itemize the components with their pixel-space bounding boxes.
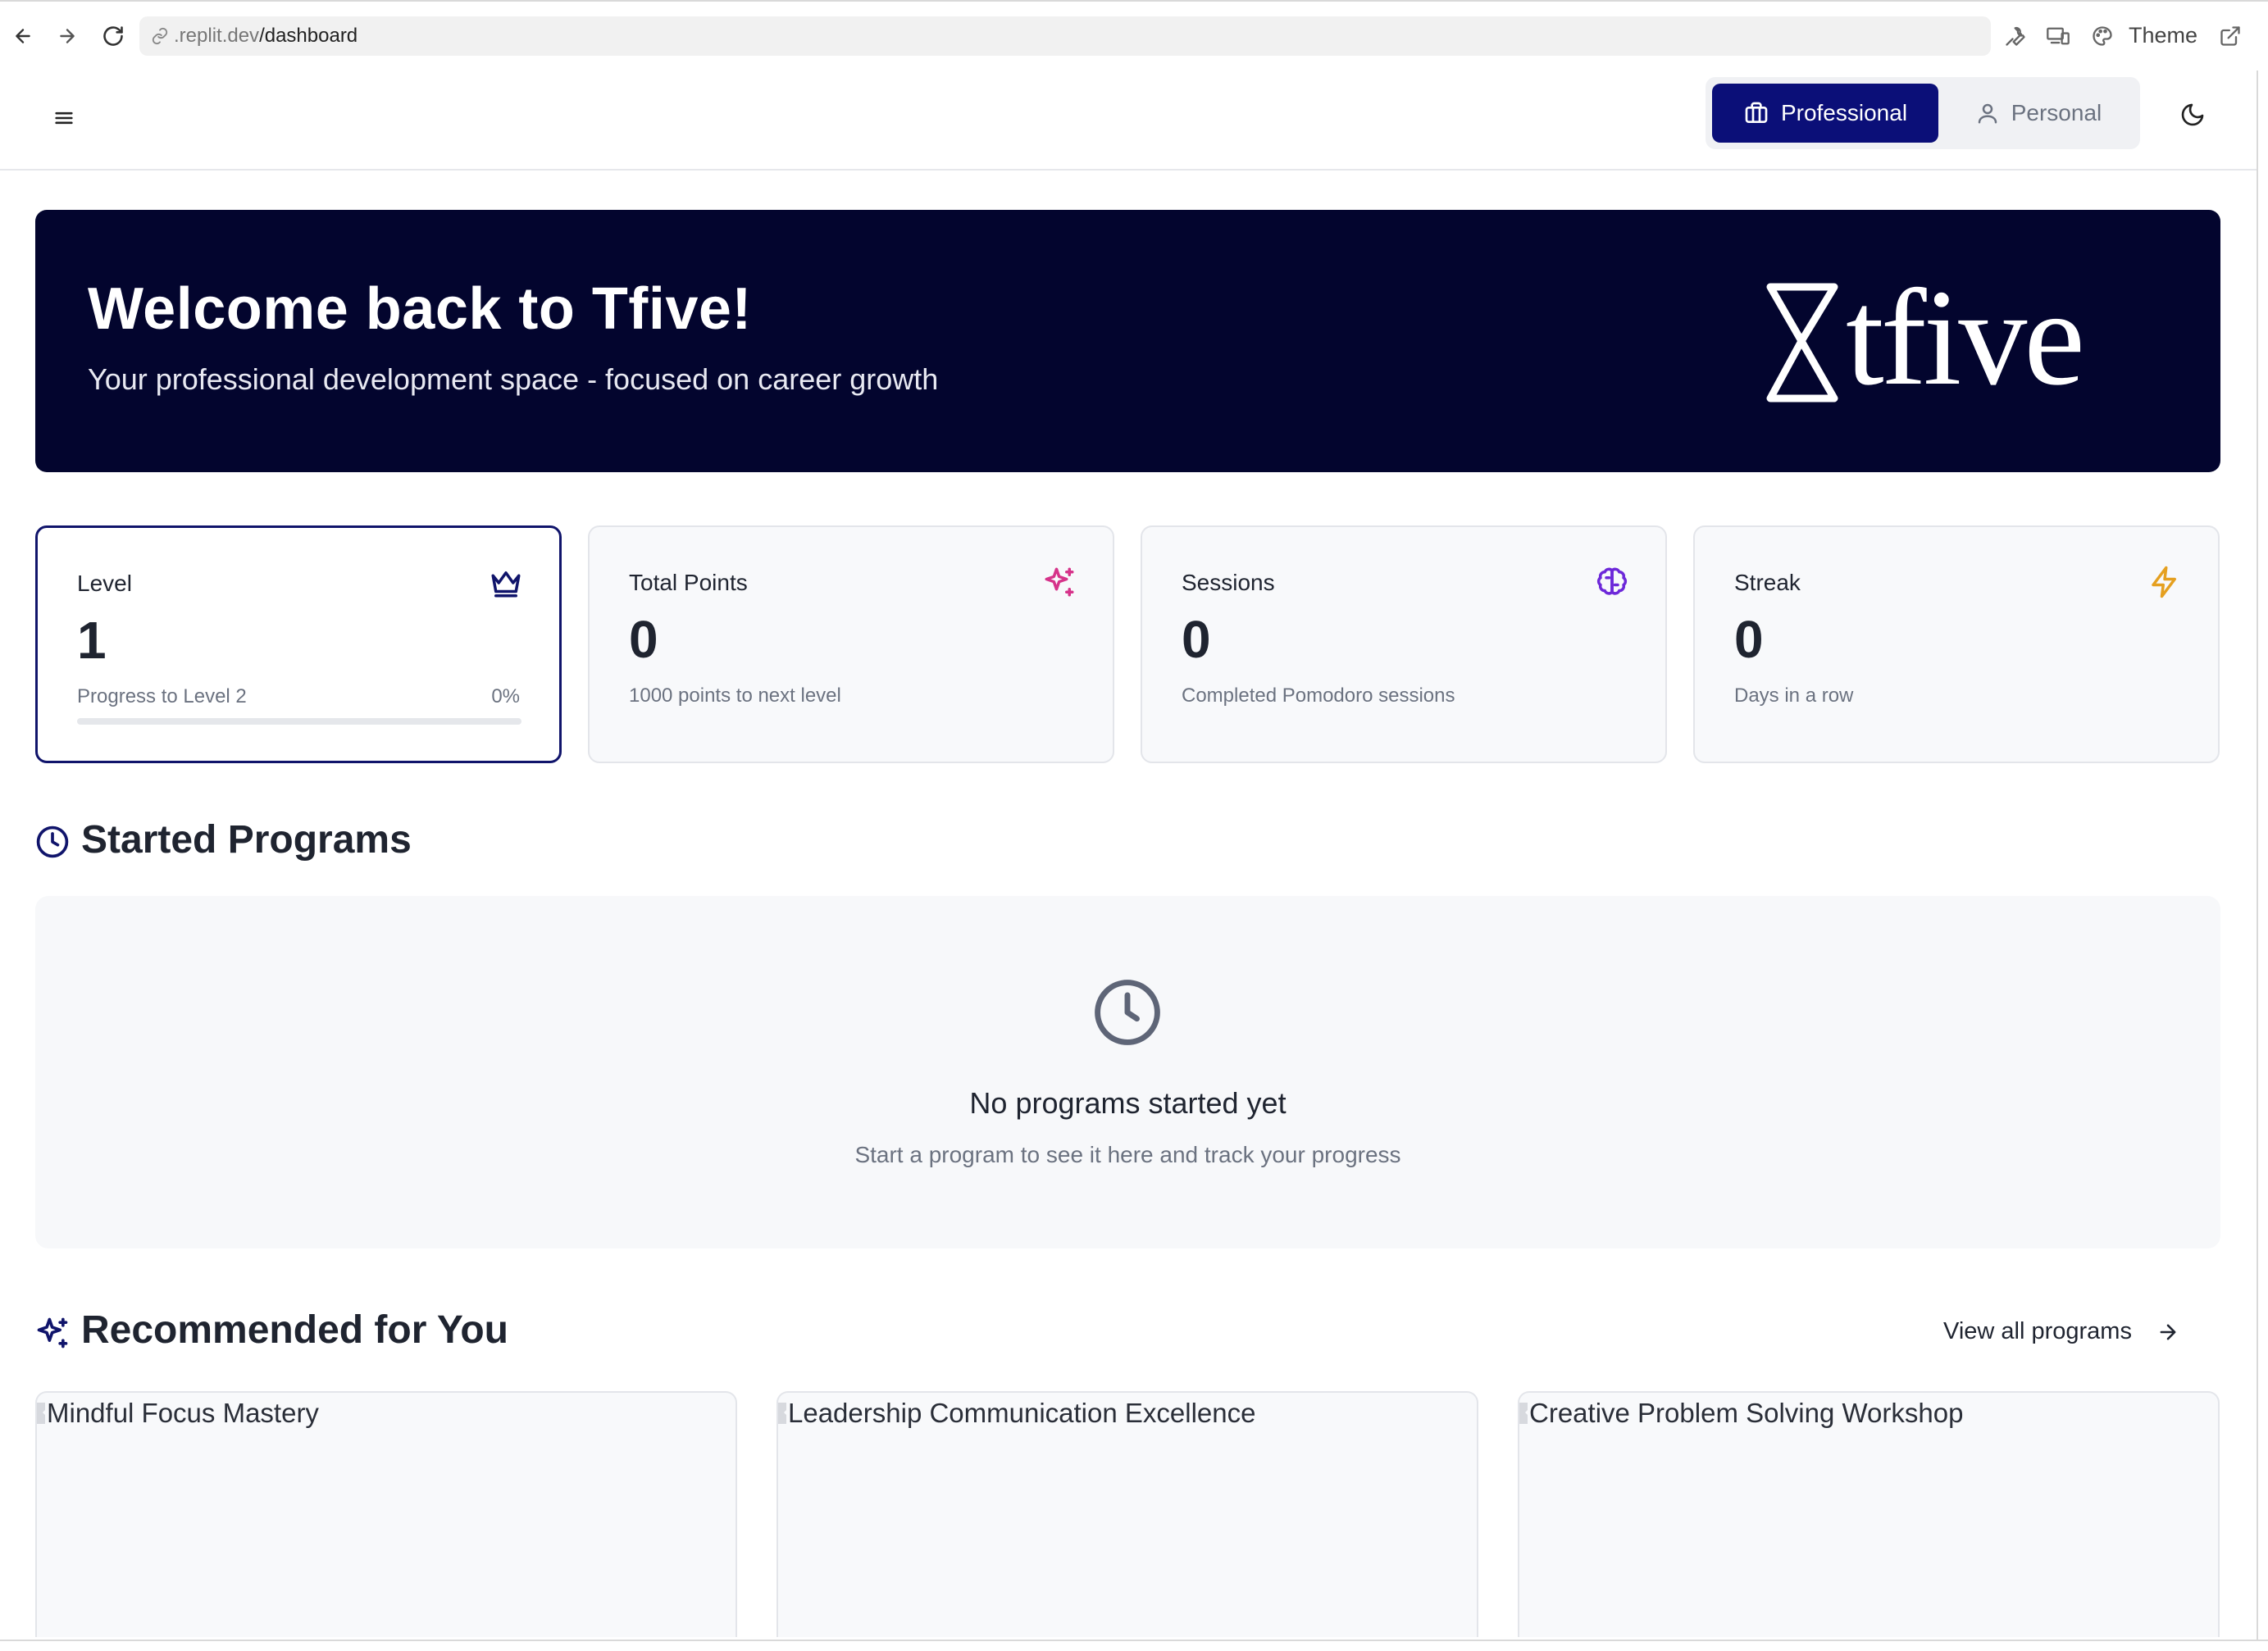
program-card[interactable]: Mindful Focus Mastery <box>35 1391 737 1637</box>
hourglass-logo-mark <box>1766 283 1838 403</box>
arrow-right-icon <box>2160 1324 2176 1339</box>
program-card[interactable]: Leadership Communication Excellence <box>776 1391 1478 1637</box>
devtools-button[interactable] <box>1999 20 2032 52</box>
level-label: Level <box>77 571 132 596</box>
reload-icon <box>103 26 123 46</box>
address-bar[interactable]: .replit.dev/dashboard <box>139 16 1991 56</box>
sessions-card: Sessions 0 Completed Pomodoro sessions <box>1141 525 1667 763</box>
broken-image-icon <box>778 1403 786 1424</box>
level-card: Level 1 Progress to Level 2 0% <box>35 525 562 763</box>
theme-palette-button[interactable] <box>2086 20 2119 52</box>
mode-switcher: Professional Personal <box>1706 77 2140 149</box>
program-image-alt-text: Mindful Focus Mastery <box>47 1398 319 1428</box>
logo-wordmark: tfive <box>1846 262 2085 414</box>
clock-icon <box>36 826 69 858</box>
sparkles-icon <box>37 1317 68 1349</box>
streak-value: 0 <box>1734 610 1764 669</box>
arrow-right-icon <box>60 29 75 43</box>
app-header: Professional Personal <box>0 70 2257 171</box>
devices-icon <box>2047 27 2070 45</box>
program-image-alt-text: Creative Problem Solving Workshop <box>1529 1398 1964 1428</box>
window-right-edge <box>2257 70 2268 1640</box>
forward-button[interactable] <box>51 20 84 52</box>
clock-icon <box>1095 980 1160 1045</box>
empty-state-desc: Start a program to see it here and track… <box>854 1142 1401 1167</box>
started-programs-title: Started Programs <box>81 818 412 862</box>
briefcase-icon <box>1745 102 1768 123</box>
crown-icon <box>491 571 521 598</box>
url-host: .replit.dev <box>174 25 260 47</box>
dark-mode-toggle[interactable] <box>2173 95 2212 134</box>
url-path: /dashboard <box>259 25 358 47</box>
zap-icon <box>2152 566 2176 598</box>
arrow-left-icon <box>16 29 30 43</box>
streak-label: Streak <box>1734 570 1801 595</box>
external-link-icon <box>2220 26 2240 46</box>
moon-icon <box>2181 103 2204 126</box>
link-icon <box>151 27 169 45</box>
professional-mode-button[interactable]: Professional <box>1712 84 1938 143</box>
hamburger-icon <box>55 111 73 125</box>
program-image: Creative Problem Solving Workshop <box>1519 1398 1963 1429</box>
streak-card: Streak 0 Days in a row <box>1693 525 2220 763</box>
wrench-icon <box>2006 26 2025 46</box>
welcome-title: Welcome back to Tfive! <box>88 276 752 342</box>
browser-toolbar: .replit.dev/dashboard Theme <box>0 0 2268 69</box>
sessions-value: 0 <box>1182 610 1211 669</box>
reload-button[interactable] <box>97 20 130 52</box>
professional-label: Professional <box>1780 100 1908 125</box>
welcome-banner: Welcome back to Tfive! Your professional… <box>35 210 2220 472</box>
level-progress-percent: 0% <box>491 685 520 707</box>
user-icon <box>1978 103 1997 124</box>
level-progress-label: Progress to Level 2 <box>77 685 247 707</box>
menu-button[interactable] <box>48 102 80 134</box>
program-card[interactable]: Creative Problem Solving Workshop <box>1518 1391 2220 1637</box>
points-desc: 1000 points to next level <box>629 685 841 707</box>
sessions-label: Sessions <box>1182 570 1275 595</box>
personal-label: Personal <box>2011 100 2102 125</box>
program-image-alt-text: Leadership Communication Excellence <box>788 1398 1256 1428</box>
broken-image-icon <box>1519 1403 1528 1424</box>
personal-mode-button[interactable]: Personal <box>1943 84 2134 143</box>
points-value: 0 <box>629 610 658 669</box>
palette-icon <box>2093 26 2112 46</box>
view-all-label: View all programs <box>1943 1318 2132 1344</box>
started-programs-empty-state: No programs started yet Start a program … <box>35 896 2220 1248</box>
points-label: Total Points <box>629 570 748 595</box>
sessions-desc: Completed Pomodoro sessions <box>1182 685 1455 707</box>
back-button[interactable] <box>7 20 39 52</box>
streak-desc: Days in a row <box>1734 685 1854 707</box>
window-bottom-edge <box>0 1640 2268 1651</box>
level-value: 1 <box>77 611 107 670</box>
empty-state-title: No programs started yet <box>969 1086 1287 1120</box>
welcome-subtitle: Your professional development space - fo… <box>88 362 939 396</box>
theme-label[interactable]: Theme <box>2129 23 2197 48</box>
recommended-title: Recommended for You <box>81 1308 508 1352</box>
tfive-logo: tfive <box>1764 269 2108 407</box>
open-external-button[interactable] <box>2214 20 2247 52</box>
view-all-programs-link[interactable]: View all programs <box>1943 1318 2179 1345</box>
level-progress-bar <box>77 718 521 725</box>
device-preview-button[interactable] <box>2042 20 2074 52</box>
brain-icon <box>1596 567 1628 595</box>
program-image: Mindful Focus Mastery <box>37 1398 319 1429</box>
program-image: Leadership Communication Excellence <box>778 1398 1255 1429</box>
broken-image-icon <box>37 1403 45 1424</box>
points-card: Total Points 0 1000 points to next level <box>588 525 1114 763</box>
sparkles-icon <box>1045 567 1074 597</box>
